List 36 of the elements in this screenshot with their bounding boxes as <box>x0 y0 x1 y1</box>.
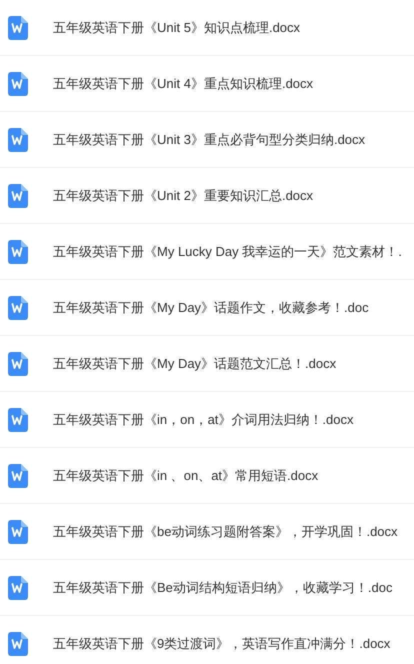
document-icon <box>8 240 28 264</box>
document-icon <box>8 16 28 40</box>
document-icon <box>8 520 28 544</box>
document-icon <box>8 296 28 320</box>
file-name: 五年级英语下册《in，on，at》介词用法归纳！.docx <box>53 410 354 429</box>
file-row[interactable]: 五年级英语下册《My Day》话题范文汇总！.docx <box>0 336 414 392</box>
document-icon <box>8 184 28 208</box>
file-row[interactable]: 五年级英语下册《in，on，at》介词用法归纳！.docx <box>0 392 414 448</box>
file-row[interactable]: 五年级英语下册《in 、on、at》常用短语.docx <box>0 448 414 504</box>
file-name: 五年级英语下册《9类过渡词》，英语写作直冲满分！.docx <box>53 634 390 653</box>
file-row[interactable]: 五年级英语下册《Unit 3》重点必背句型分类归纳.docx <box>0 112 414 168</box>
document-icon <box>8 464 28 488</box>
file-name: 五年级英语下册《My Day》话题作文，收藏参考！.doc <box>53 298 369 317</box>
file-name: 五年级英语下册《Unit 4》重点知识梳理.docx <box>53 74 314 93</box>
file-name: 五年级英语下册《Unit 3》重点必背句型分类归纳.docx <box>53 130 366 149</box>
file-row[interactable]: 五年级英语下册《My Lucky Day 我幸运的一天》范文素材！. <box>0 224 414 280</box>
document-icon <box>8 72 28 96</box>
document-icon <box>8 408 28 432</box>
file-name: 五年级英语下册《in 、on、at》常用短语.docx <box>53 466 318 485</box>
document-icon <box>8 352 28 376</box>
file-row[interactable]: 五年级英语下册《Unit 5》知识点梳理.docx <box>0 0 414 56</box>
document-icon <box>8 128 28 152</box>
file-row[interactable]: 五年级英语下册《be动词练习题附答案》，开学巩固！.docx <box>0 504 414 560</box>
file-name: 五年级英语下册《Unit 5》知识点梳理.docx <box>53 18 300 37</box>
file-name: 五年级英语下册《My Lucky Day 我幸运的一天》范文素材！. <box>53 242 402 261</box>
file-row[interactable]: 五年级英语下册《Unit 4》重点知识梳理.docx <box>0 56 414 112</box>
file-name: 五年级英语下册《be动词练习题附答案》，开学巩固！.docx <box>53 522 398 541</box>
file-row[interactable]: 五年级英语下册《Unit 2》重要知识汇总.docx <box>0 168 414 224</box>
file-row[interactable]: 五年级英语下册《Be动词结构短语归纳》，收藏学习！.doc <box>0 560 414 616</box>
document-icon <box>8 632 28 656</box>
file-name: 五年级英语下册《Unit 2》重要知识汇总.docx <box>53 186 314 205</box>
document-icon <box>8 576 28 600</box>
file-name: 五年级英语下册《Be动词结构短语归纳》，收藏学习！.doc <box>53 578 392 597</box>
file-row[interactable]: 五年级英语下册《9类过渡词》，英语写作直冲满分！.docx <box>0 616 414 664</box>
file-name: 五年级英语下册《My Day》话题范文汇总！.docx <box>53 354 336 373</box>
file-row[interactable]: 五年级英语下册《My Day》话题作文，收藏参考！.doc <box>0 280 414 336</box>
